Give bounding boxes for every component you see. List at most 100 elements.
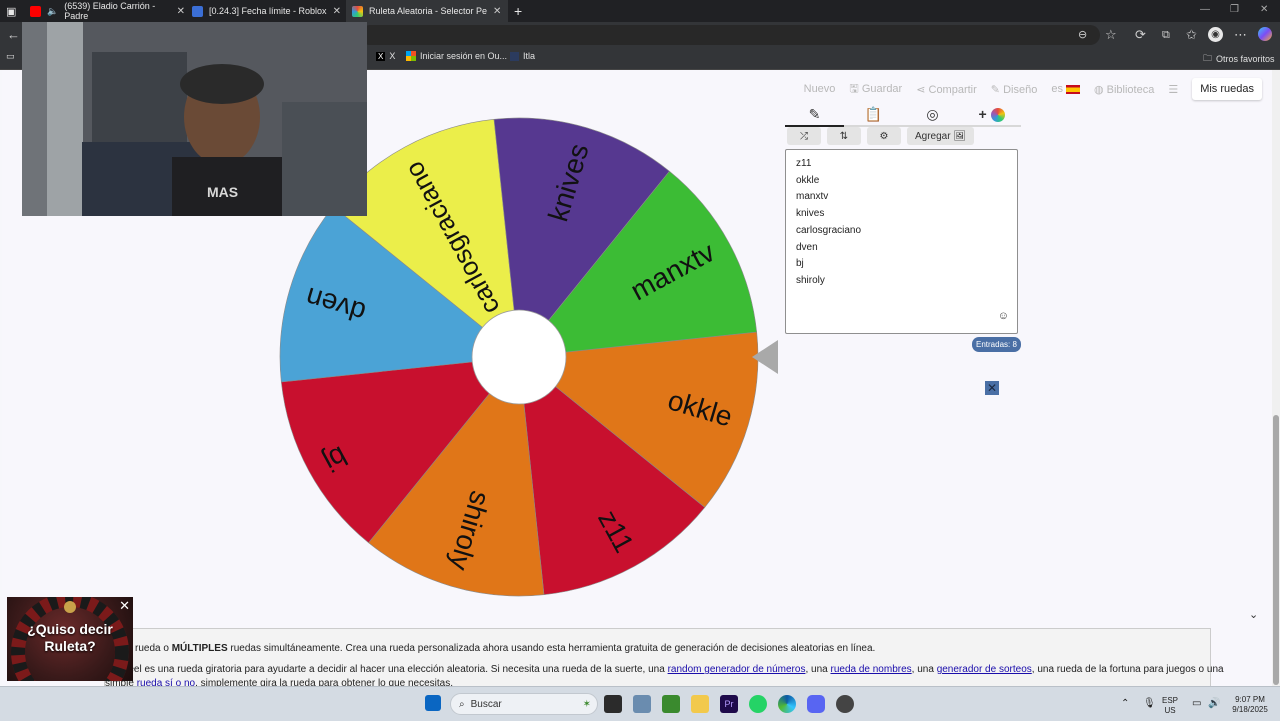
chevron-down-icon[interactable]: ⌄: [1249, 608, 1258, 621]
entry-line: z11: [796, 158, 812, 169]
time: 9:07 PM: [1235, 695, 1265, 704]
profile-icon[interactable]: ◉: [1208, 27, 1223, 42]
network-icon[interactable]: ▭: [1192, 699, 1201, 709]
url-input[interactable]: [360, 25, 1100, 45]
image-icon: 🖼: [953, 130, 967, 142]
top-navigation: Nuevo 🖫 Guardar ⋖ Compartir ✎ Diseño es …: [804, 78, 1262, 100]
copilot-icon[interactable]: [1258, 27, 1272, 41]
more-icon[interactable]: ⋯: [1234, 27, 1247, 43]
new-button[interactable]: Nuevo: [804, 83, 836, 95]
split-screen-icon[interactable]: ⧉: [1162, 27, 1170, 43]
add-wheel-tab[interactable]: +: [962, 103, 1021, 125]
color-wheel-icon: [990, 108, 1005, 123]
reader-icon[interactable]: ⊖: [1078, 27, 1087, 43]
text: e Wheel es una rueda giratoria para ayud…: [105, 664, 668, 675]
ad-text-line: Ruleta?: [44, 638, 96, 654]
bookmark-x[interactable]: X X: [376, 51, 395, 61]
tab-youtube[interactable]: 🔈 (6539) Eladio Carrión - Padre ✕: [30, 0, 185, 22]
spain-flag-icon: [1065, 84, 1080, 94]
keyboard-language[interactable]: ESP US: [1162, 696, 1178, 716]
minimize-icon[interactable]: —: [1200, 4, 1210, 15]
eye-slash-icon: ◎: [926, 106, 939, 122]
text: , una: [911, 664, 937, 675]
random-number-link[interactable]: random generador de números: [668, 664, 806, 675]
raffle-link[interactable]: generador de sorteos: [937, 664, 1032, 675]
sort-button[interactable]: ⇅: [827, 127, 861, 145]
close-icon[interactable]: ✕: [119, 598, 130, 614]
wheel-center-button[interactable]: [471, 309, 567, 405]
language-button[interactable]: es: [1051, 83, 1080, 95]
other-favorites[interactable]: 🗀 Otros favoritos: [1203, 51, 1275, 67]
favorite-star-icon[interactable]: ☆: [1105, 27, 1117, 43]
tab-title: Ruleta Aleatoria - Selector Person: [369, 6, 487, 16]
new-tab-button[interactable]: +: [514, 0, 522, 22]
close-window-icon[interactable]: ✕: [1260, 4, 1268, 15]
bookmark-icon[interactable]: ▭: [6, 51, 15, 62]
entries-textarea[interactable]: z11 okkle manxtv knives carlosgraciano d…: [785, 149, 1018, 334]
page-scrollbar[interactable]: [1272, 70, 1280, 693]
cactus-icon: ✶: [582, 698, 591, 710]
name-wheel-link[interactable]: rueda de nombres: [830, 664, 911, 675]
sort-icon: ⇅: [839, 130, 849, 142]
clock[interactable]: 9:07 PM 9/18/2025: [1226, 695, 1274, 715]
maximize-icon[interactable]: ❐: [1230, 4, 1239, 15]
roblox-icon: [192, 5, 203, 17]
ad-text-line: ¿Quiso decir: [27, 621, 113, 637]
share-button[interactable]: ⋖ Compartir: [916, 83, 977, 96]
windows-start-icon[interactable]: [425, 695, 441, 711]
editor-buttons: ⤮ ⇅ ⚙ Agregar 🖼: [787, 127, 975, 145]
close-icon[interactable]: ✕: [177, 6, 185, 17]
tab-actions-icon[interactable]: ▣: [6, 0, 16, 22]
volume-icon[interactable]: 🔊: [1208, 699, 1220, 709]
extensions-icon[interactable]: ⟳: [1135, 27, 1146, 43]
emoji-icon[interactable]: ☺: [998, 308, 1009, 325]
paste-tab[interactable]: 📋: [844, 103, 903, 125]
taskbar-search[interactable]: ⌕ Buscar ✶: [450, 693, 598, 715]
close-icon[interactable]: ✕: [493, 6, 501, 17]
bookmark-itla[interactable]: Itla: [510, 51, 535, 61]
save-button[interactable]: 🖫 Guardar: [849, 80, 902, 99]
edge-icon[interactable]: [778, 695, 796, 713]
scrollbar-thumb[interactable]: [1273, 415, 1279, 685]
tab-roblox[interactable]: [0.24.3] Fecha límite - Roblox ✕: [192, 0, 342, 22]
settings-button[interactable]: ⚙: [867, 127, 901, 145]
discord-icon[interactable]: [807, 695, 825, 713]
edit-tab[interactable]: ✎: [785, 103, 844, 127]
text: rueda o: [135, 643, 172, 654]
save-label: Guardar: [861, 82, 903, 95]
x-icon: X: [376, 51, 386, 61]
favorites-icon[interactable]: ✩: [1186, 27, 1197, 43]
close-icon[interactable]: ✕: [985, 381, 999, 395]
tab-ruleta[interactable]: Ruleta Aleatoria - Selector Person ✕: [346, 0, 508, 22]
back-icon[interactable]: ←: [7, 27, 20, 43]
webcam-image: MAS: [22, 22, 367, 216]
browser-tab-strip: ▣ 🔈 (6539) Eladio Carrión - Padre ✕ [0.2…: [0, 0, 1280, 22]
webcam-overlay: MAS: [22, 22, 367, 216]
shuffle-button[interactable]: ⤮: [787, 127, 821, 145]
bookmark-label: Otros favoritos: [1216, 54, 1275, 64]
library-button[interactable]: ◍ Biblioteca: [1094, 83, 1154, 96]
file-explorer-icon[interactable]: [691, 695, 709, 713]
chevron-up-icon[interactable]: ⌃: [1121, 699, 1129, 709]
design-button[interactable]: ✎ Diseño: [991, 83, 1038, 96]
menu-icon[interactable]: ☰: [1168, 83, 1178, 96]
description-section: rueda o MÚLTIPLES ruedas simultáneamente…: [104, 628, 1224, 693]
task-view-icon[interactable]: [604, 695, 622, 713]
minecraft-icon[interactable]: [662, 695, 680, 713]
bookmark-outlook[interactable]: Iniciar sesión en Ou...: [406, 51, 507, 61]
close-icon[interactable]: ✕: [333, 6, 341, 17]
tab-title: [0.24.3] Fecha límite - Roblox: [209, 6, 327, 16]
library-label: Biblioteca: [1106, 83, 1155, 96]
hide-tab[interactable]: ◎: [903, 103, 962, 125]
premiere-icon[interactable]: Pr: [720, 695, 738, 713]
entry-line: dven: [796, 241, 818, 253]
add-image-button[interactable]: Agregar 🖼: [907, 127, 975, 145]
roulette-ad[interactable]: ¿Quiso decir Ruleta? ✕: [7, 597, 133, 681]
microphone-icon[interactable]: 🎙: [1143, 699, 1156, 709]
app-icon[interactable]: [836, 695, 854, 713]
date: 9/18/2025: [1232, 705, 1268, 714]
whatsapp-icon[interactable]: [749, 695, 767, 713]
my-wheels-button[interactable]: Mis ruedas: [1192, 78, 1262, 100]
text: , una: [805, 664, 831, 675]
store-icon[interactable]: [633, 695, 651, 713]
